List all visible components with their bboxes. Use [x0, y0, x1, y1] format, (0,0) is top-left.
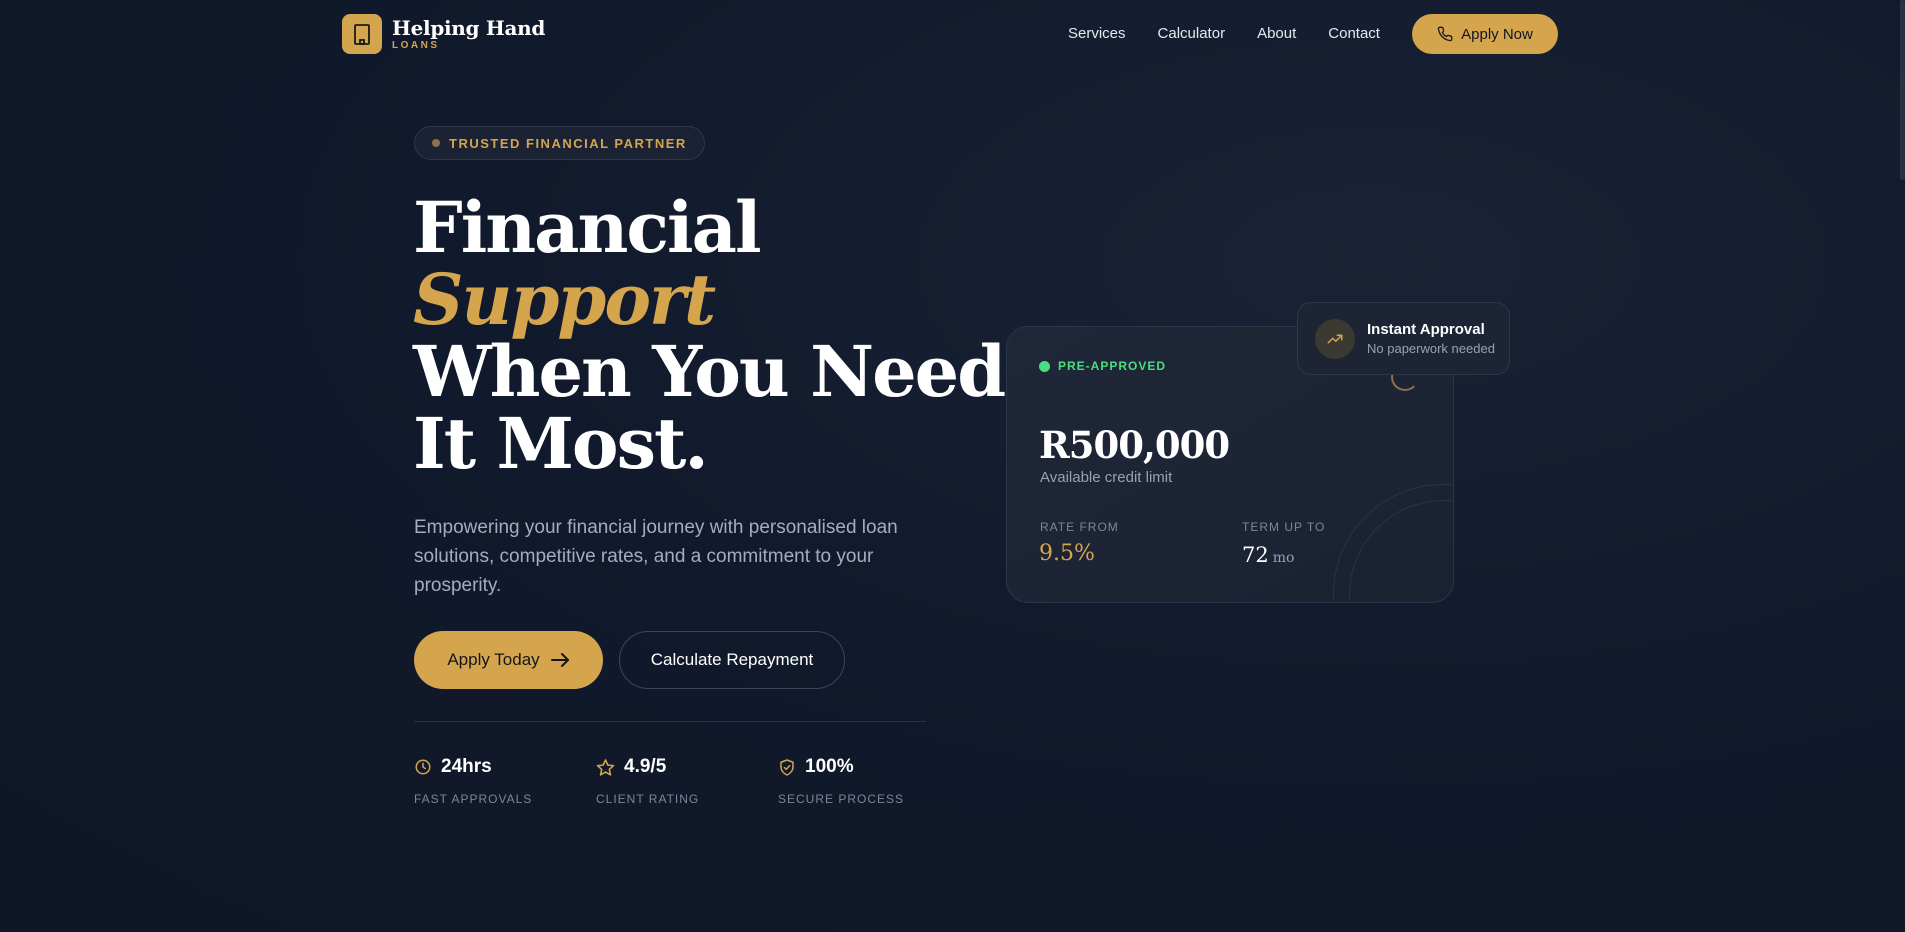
term-unit: mo — [1272, 550, 1295, 566]
apply-today-label: Apply Today — [447, 650, 540, 669]
stat-fast-approvals: 24hrs FAST APPROVALS — [414, 756, 596, 806]
toast-title: Instant Approval — [1367, 321, 1485, 338]
trusted-badge: TRUSTED FINANCIAL PARTNER — [414, 126, 705, 160]
hero-title-accent: Support — [413, 258, 716, 341]
star-icon — [596, 758, 615, 776]
badge-dot — [432, 139, 440, 147]
hero-title-line-1: Financial — [413, 186, 762, 269]
clock-icon — [415, 759, 431, 775]
term-value: 72 mo — [1242, 543, 1294, 567]
hero-description: Empowering your financial journey with p… — [414, 517, 898, 596]
nav-link-calculator[interactable]: Calculator — [1158, 25, 1226, 42]
badge-label: TRUSTED FINANCIAL PARTNER — [449, 135, 687, 151]
apply-now-label: Apply Now — [1461, 25, 1533, 43]
credit-amount-label: Available credit limit — [1040, 469, 1173, 486]
stat-label: CLIENT RATING — [596, 792, 700, 806]
nav-link-about[interactable]: About — [1257, 25, 1296, 42]
stat-secure-process: 100% SECURE PROCESS — [778, 756, 960, 806]
hero-title-line-4: It Most. — [413, 402, 709, 485]
status-dot — [1039, 360, 1050, 372]
nav-link-services[interactable]: Services — [1068, 25, 1126, 42]
stat-value: 24hrs — [441, 756, 492, 777]
building-icon — [342, 14, 382, 54]
trending-up-icon — [1315, 318, 1355, 359]
calculate-repayment-label: Calculate Repayment — [650, 650, 814, 669]
stat-label: SECURE PROCESS — [778, 792, 905, 806]
stat-value: 4.9/5 — [624, 756, 667, 777]
shield-check-icon — [780, 758, 794, 776]
logo[interactable]: Helping Hand LOANS — [342, 14, 545, 54]
term-number: 72 — [1242, 543, 1269, 567]
term-label: TERM UP TO — [1242, 520, 1326, 534]
apply-today-button[interactable]: Apply Today — [414, 631, 603, 689]
toast-subtitle: No paperwork needed — [1367, 341, 1495, 356]
stat-client-rating: 4.9/5 CLIENT RATING — [596, 756, 778, 806]
rate-value: 9.5% — [1039, 541, 1095, 566]
page-scrollbar[interactable] — [1900, 0, 1905, 180]
rate-label: RATE FROM — [1040, 520, 1119, 534]
instant-approval-toast: Instant Approval No paperwork needed — [1297, 302, 1510, 375]
hero-title-line-3: When You Need — [413, 330, 1006, 413]
top-navigation: Helping Hand LOANS Services Calculator A… — [0, 0, 1905, 68]
brand-subtitle: LOANS — [392, 39, 440, 51]
arrow-right-icon — [550, 653, 569, 667]
pre-approved-label: PRE-APPROVED — [1058, 359, 1167, 373]
credit-amount: R500,000 — [1039, 423, 1230, 467]
nav-link-contact[interactable]: Contact — [1328, 25, 1380, 42]
nav-links: Services Calculator About Contact — [1068, 25, 1380, 42]
brand-name: Helping Hand — [392, 15, 546, 40]
calculate-repayment-button[interactable]: Calculate Repayment — [619, 631, 845, 689]
hero-title: Financial Support When You Need It Most. — [413, 186, 1006, 485]
apply-now-button[interactable]: Apply Now — [1412, 14, 1558, 54]
stats-divider — [414, 721, 926, 722]
stat-label: FAST APPROVALS — [414, 792, 533, 806]
stats-row: 24hrs FAST APPROVALS 4.9/5 CLIENT RATING… — [414, 756, 960, 806]
stat-value: 100% — [805, 756, 854, 777]
pre-approved-tag: PRE-APPROVED — [1039, 359, 1166, 373]
phone-icon — [1437, 26, 1453, 42]
